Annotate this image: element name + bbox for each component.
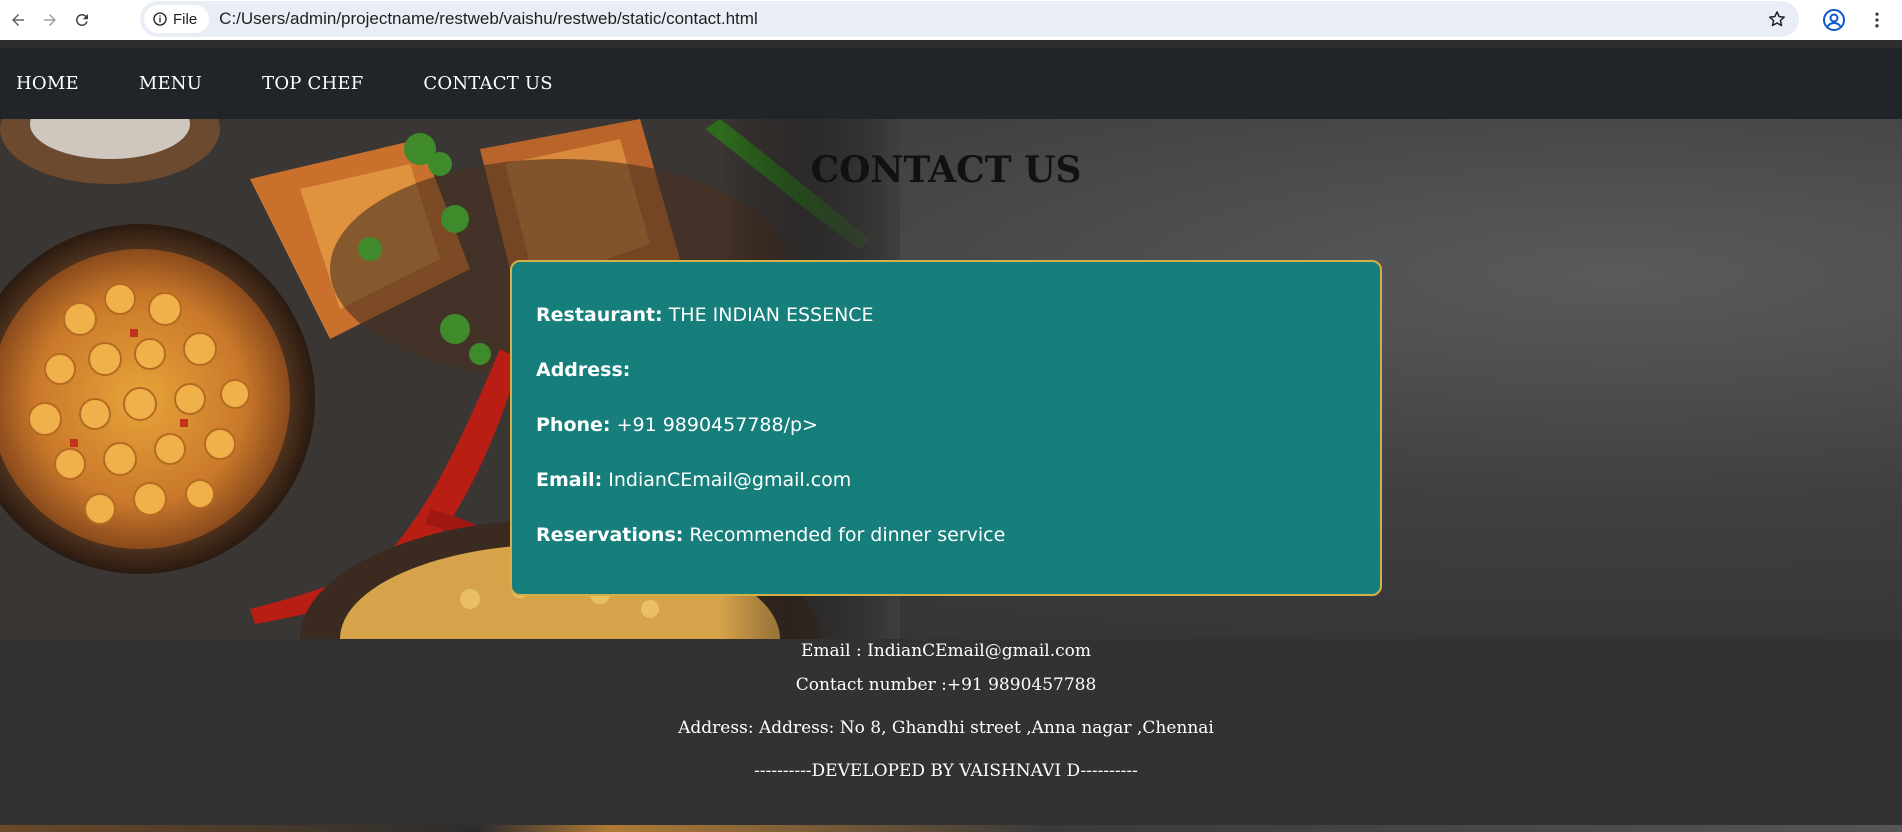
- bookmark-button[interactable]: [1765, 7, 1789, 31]
- site-navbar: HOME MENU TOP CHEF CONTACT US: [0, 48, 1902, 119]
- browser-menu-button[interactable]: [1863, 6, 1891, 34]
- email-label: Email:: [536, 469, 603, 491]
- phone-label: Phone:: [536, 414, 611, 436]
- phone-value: +91 9890457788/p>: [616, 414, 818, 436]
- address-row: Address:: [536, 357, 1356, 412]
- address-bar[interactable]: File C:/Users/admin/projectname/restweb/…: [140, 1, 1799, 37]
- reload-icon: [75, 13, 88, 26]
- restaurant-label: Restaurant:: [536, 304, 663, 326]
- page-title: CONTACT US: [810, 149, 1082, 191]
- kebab-menu-icon: [1875, 12, 1879, 28]
- nav-home[interactable]: HOME: [16, 73, 79, 94]
- site-info-chip[interactable]: File: [144, 5, 210, 33]
- info-icon: [153, 12, 167, 26]
- footer-address: Address: Address: No 8, Ghandhi street ,…: [678, 718, 1214, 738]
- footer-email: Email : IndianCEmail@gmail.com: [801, 641, 1091, 661]
- forward-arrow-icon: [44, 14, 56, 26]
- contact-card: Restaurant: THE INDIAN ESSENCE Address: …: [510, 260, 1382, 596]
- background-image-strip: [0, 825, 1902, 832]
- back-arrow-icon: [12, 14, 24, 26]
- reservations-row: Reservations: Recommended for dinner ser…: [536, 522, 1356, 577]
- page-footer: Email : IndianCEmail@gmail.com Contact n…: [0, 639, 1902, 825]
- reservations-value: Recommended for dinner service: [689, 524, 1006, 546]
- hero-section: CONTACT US Restaurant: THE INDIAN ESSENC…: [0, 119, 1902, 639]
- footer-developer-credit: ----------DEVELOPED BY VAISHNAVI D------…: [754, 761, 1138, 781]
- address-label: Address:: [536, 359, 631, 381]
- nav-contact-us[interactable]: CONTACT US: [423, 73, 552, 94]
- phone-row: Phone: +91 9890457788/p>: [536, 412, 1356, 467]
- footer-contact-number: Contact number :+91 9890457788: [795, 675, 1097, 695]
- reload-button[interactable]: [68, 6, 96, 34]
- email-value: IndianCEmail@gmail.com: [608, 469, 852, 491]
- email-row: Email: IndianCEmail@gmail.com: [536, 467, 1356, 522]
- reservations-label: Reservations:: [536, 524, 684, 546]
- file-chip-label: File: [173, 10, 198, 28]
- browser-toolbar: File C:/Users/admin/projectname/restweb/…: [0, 0, 1902, 40]
- restaurant-value: THE INDIAN ESSENCE: [668, 304, 874, 326]
- restaurant-row: Restaurant: THE INDIAN ESSENCE: [536, 302, 1356, 357]
- url-text[interactable]: C:/Users/admin/projectname/restweb/vaish…: [219, 9, 758, 29]
- nav-top-chef[interactable]: TOP CHEF: [262, 73, 363, 94]
- profile-icon: [1823, 9, 1845, 31]
- back-button[interactable]: [4, 6, 32, 34]
- profile-button[interactable]: [1820, 6, 1848, 34]
- forward-button[interactable]: [36, 6, 64, 34]
- nav-menu[interactable]: MENU: [139, 73, 202, 94]
- star-icon: [1769, 11, 1785, 27]
